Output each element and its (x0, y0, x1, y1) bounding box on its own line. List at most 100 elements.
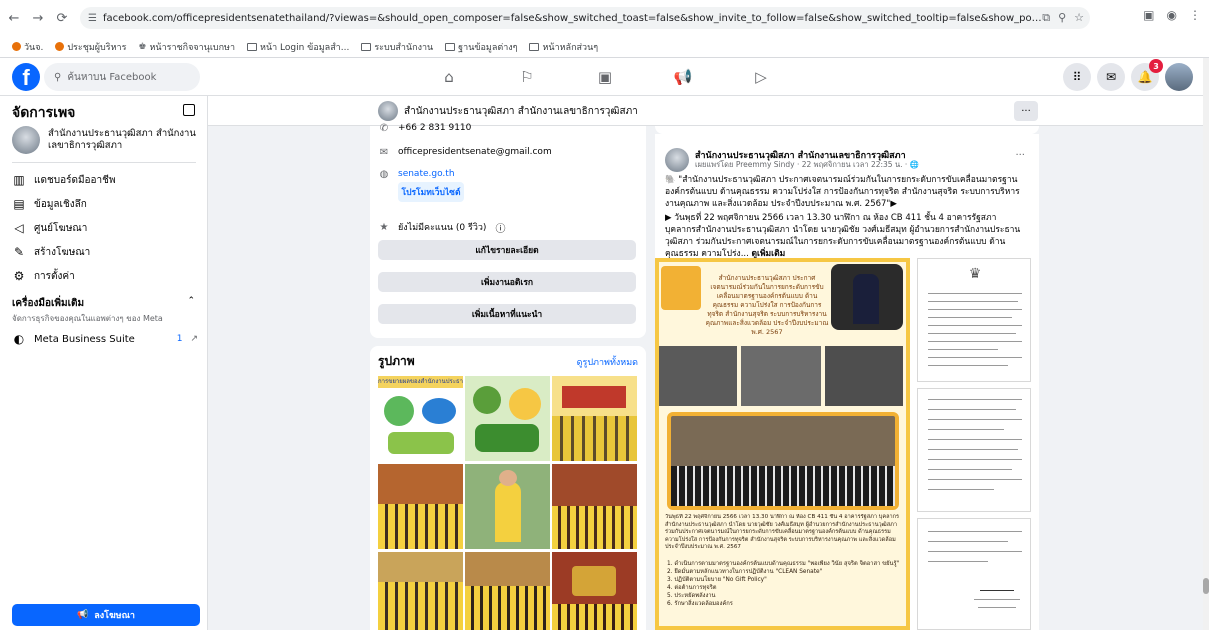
bookmark-folder[interactable]: ระบบสำนักงาน (361, 40, 433, 54)
chrome-menu-icon[interactable]: ⋮ (1189, 8, 1201, 22)
photo-graphic (552, 416, 637, 461)
notifications-icon[interactable]: 🔔 3 (1131, 59, 1163, 91)
folder-icon (445, 42, 456, 51)
site-info-icon[interactable]: ☰ (88, 13, 97, 24)
page-switcher[interactable]: สำนักงานประธานวุฒิสภา สำนักงานเลขาธิการว… (12, 126, 198, 154)
search-input[interactable]: ⚲ ค้นหาบน Facebook (44, 63, 200, 91)
post-image-collage[interactable]: สำนักงานประธานวุฒิสภา ประกาศเจตนารมณ์ร่ว… (655, 258, 1039, 630)
photo-thumbnail[interactable] (465, 464, 550, 549)
phone-icon: ✆ (379, 122, 389, 134)
more-options-button[interactable]: ··· (1014, 101, 1038, 121)
logo-icon (661, 266, 701, 310)
see-all-photos-link[interactable]: ดูรูปภาพทั้งหมด (577, 355, 638, 369)
zoom-icon[interactable]: ⚲ (1058, 11, 1066, 25)
doc-line (928, 429, 1004, 430)
facebook-logo-icon[interactable]: f (12, 63, 40, 91)
mail-icon: ✉ (379, 146, 389, 158)
poster-photo (825, 346, 903, 406)
ads-manager-icon[interactable]: ▣ (566, 58, 644, 96)
photo-graphic (509, 388, 541, 420)
profile-icon[interactable]: ◉ (1167, 8, 1177, 22)
doc-line (928, 309, 1022, 310)
sidebar-item-settings[interactable]: ⚙ การตั้งค่า (12, 264, 198, 288)
photos-heading: รูปภาพ (378, 354, 415, 368)
sidebar-item-create-ad[interactable]: ✎ สร้างโฆษณา (12, 240, 198, 264)
add-hobbies-button[interactable]: เพิ่มงานอดิเรก (378, 272, 636, 292)
reload-icon[interactable]: ⟳ (52, 8, 72, 28)
bookmark-star-icon[interactable]: ☆ (1074, 11, 1084, 25)
dashboard-icon: ▥ (13, 173, 25, 187)
home-icon[interactable]: ⌂ (410, 58, 488, 96)
pages-flag-icon[interactable]: ⚐ (488, 58, 566, 96)
doc-line (928, 489, 994, 490)
photo-thumbnail[interactable] (378, 552, 463, 630)
bookmarks-bar: วันจ. ประชุมผู้บริหาร ♚ หน้าราชกิจจานุเบก… (0, 36, 1209, 58)
megaphone-icon[interactable]: 📢 (644, 58, 722, 96)
photo-graphic (499, 470, 517, 486)
post-more-icon[interactable]: ··· (1015, 150, 1025, 161)
collapse-sidebar-icon[interactable] (183, 104, 195, 116)
side-panel-icon[interactable]: ▣ (1143, 8, 1154, 22)
photo-thumbnail[interactable] (378, 464, 463, 549)
more-tools-description: จัดการธุรกิจของคุณในแอพต่างๆ ของ Meta (12, 314, 163, 323)
folder-icon (529, 42, 540, 51)
poster-list: 1. ดำเนินการตามมาตรฐานองค์กรต้นแบบด้านคุ… (667, 560, 901, 608)
advertise-button[interactable]: 📢 ลงโฆษณา (12, 604, 200, 626)
document-page: ♛ (917, 258, 1031, 382)
bookmark-item[interactable]: ♚ หน้าราชกิจจานุเบกษา (138, 40, 235, 54)
bookmark-folder[interactable]: หน้า Login ข้อมูลสำ... (247, 40, 349, 54)
website-link[interactable]: senate.go.th (398, 169, 455, 179)
photo-thumbnail[interactable] (552, 376, 637, 461)
doc-line (928, 333, 1016, 334)
doc-line (928, 409, 1016, 410)
chevron-up-icon[interactable]: ⌃ (187, 296, 195, 306)
photo-thumbnail[interactable] (465, 552, 550, 630)
video-icon[interactable]: ▷ (722, 58, 800, 96)
sidebar-item-insights[interactable]: ▤ ข้อมูลเชิงลึก (12, 192, 198, 216)
more-tools-heading: เครื่องมือเพิ่มเติม (12, 298, 85, 309)
doc-line (928, 325, 1022, 326)
forward-icon[interactable]: → (28, 8, 48, 28)
scrollbar-thumb[interactable] (1203, 578, 1209, 594)
poster-list-item: 3. ปฏิบัติตามนโยบาย "No Gift Policy" (667, 577, 767, 583)
meta-business-suite-icon: ◐ (13, 332, 25, 346)
url-text: facebook.com/officepresidentsenatethaila… (102, 12, 1043, 24)
back-icon[interactable]: ← (4, 8, 24, 28)
account-avatar[interactable] (1165, 63, 1193, 91)
info-icon[interactable]: ⓘ (494, 221, 506, 235)
photo-graphic (384, 396, 414, 426)
bookmark-favicon-icon (55, 42, 65, 51)
menu-grid-icon[interactable]: ⠿ (1063, 63, 1091, 91)
add-featured-button[interactable]: เพิ่มเนื้อหาที่แนะนำ (378, 304, 636, 324)
photo-graphic (378, 504, 463, 549)
messenger-icon[interactable]: ✉ (1097, 63, 1125, 91)
edit-details-button[interactable]: แก้ไขรายละเอียด (378, 240, 636, 260)
insights-icon: ▤ (13, 197, 25, 211)
address-bar[interactable]: ☰ facebook.com/officepresidentsenatethai… (80, 7, 1090, 29)
sidebar-item-ad-center[interactable]: ◁ ศูนย์โฆษณา (12, 216, 198, 240)
page-scrollbar[interactable] (1203, 58, 1209, 630)
photo-thumbnail[interactable] (465, 376, 550, 461)
photo-graphic (562, 386, 626, 408)
bookmark-item[interactable]: ประชุมผู้บริหาร (55, 40, 126, 54)
promote-website-button[interactable]: โปรโมทเว็บไซต์ (398, 182, 464, 202)
bookmark-folder[interactable]: ฐานข้อมูลต่างๆ (445, 40, 517, 54)
bookmark-folder[interactable]: หน้าหลักส่วนๆ (529, 40, 598, 54)
meta-business-suite-link[interactable]: ◐ Meta Business Suite 1 ↗ (12, 332, 198, 346)
sidebar-item-dashboard[interactable]: ▥ แดชบอร์ดมืออาชีพ (12, 168, 198, 192)
photo-thumbnail[interactable]: การขยายผลของสำนักงานประธาน (378, 376, 463, 461)
browser-toolbar: ← → ⟳ ☰ facebook.com/officepresidentsena… (0, 0, 1209, 36)
signature-mark (980, 581, 1014, 591)
install-icon[interactable]: ⧉ (1042, 11, 1050, 25)
bookmark-item[interactable]: วันจ. (12, 40, 43, 54)
doc-line (928, 449, 1018, 450)
photo-graphic (572, 566, 616, 596)
doc-line (928, 399, 1022, 400)
poster-list-item: 2. ยึดมั่นตามหลักแนวทางในการปฏิบัติงาน "… (667, 569, 823, 575)
photo-thumbnail[interactable] (552, 552, 637, 630)
photo-thumbnail[interactable] (552, 464, 637, 549)
rating-row: ★ ยังไม่มีคะแนน (0 รีวิว) ⓘ (379, 221, 506, 235)
post-author-avatar[interactable] (665, 148, 689, 172)
photo-graphic (473, 386, 501, 414)
photo-graphic (495, 482, 521, 542)
